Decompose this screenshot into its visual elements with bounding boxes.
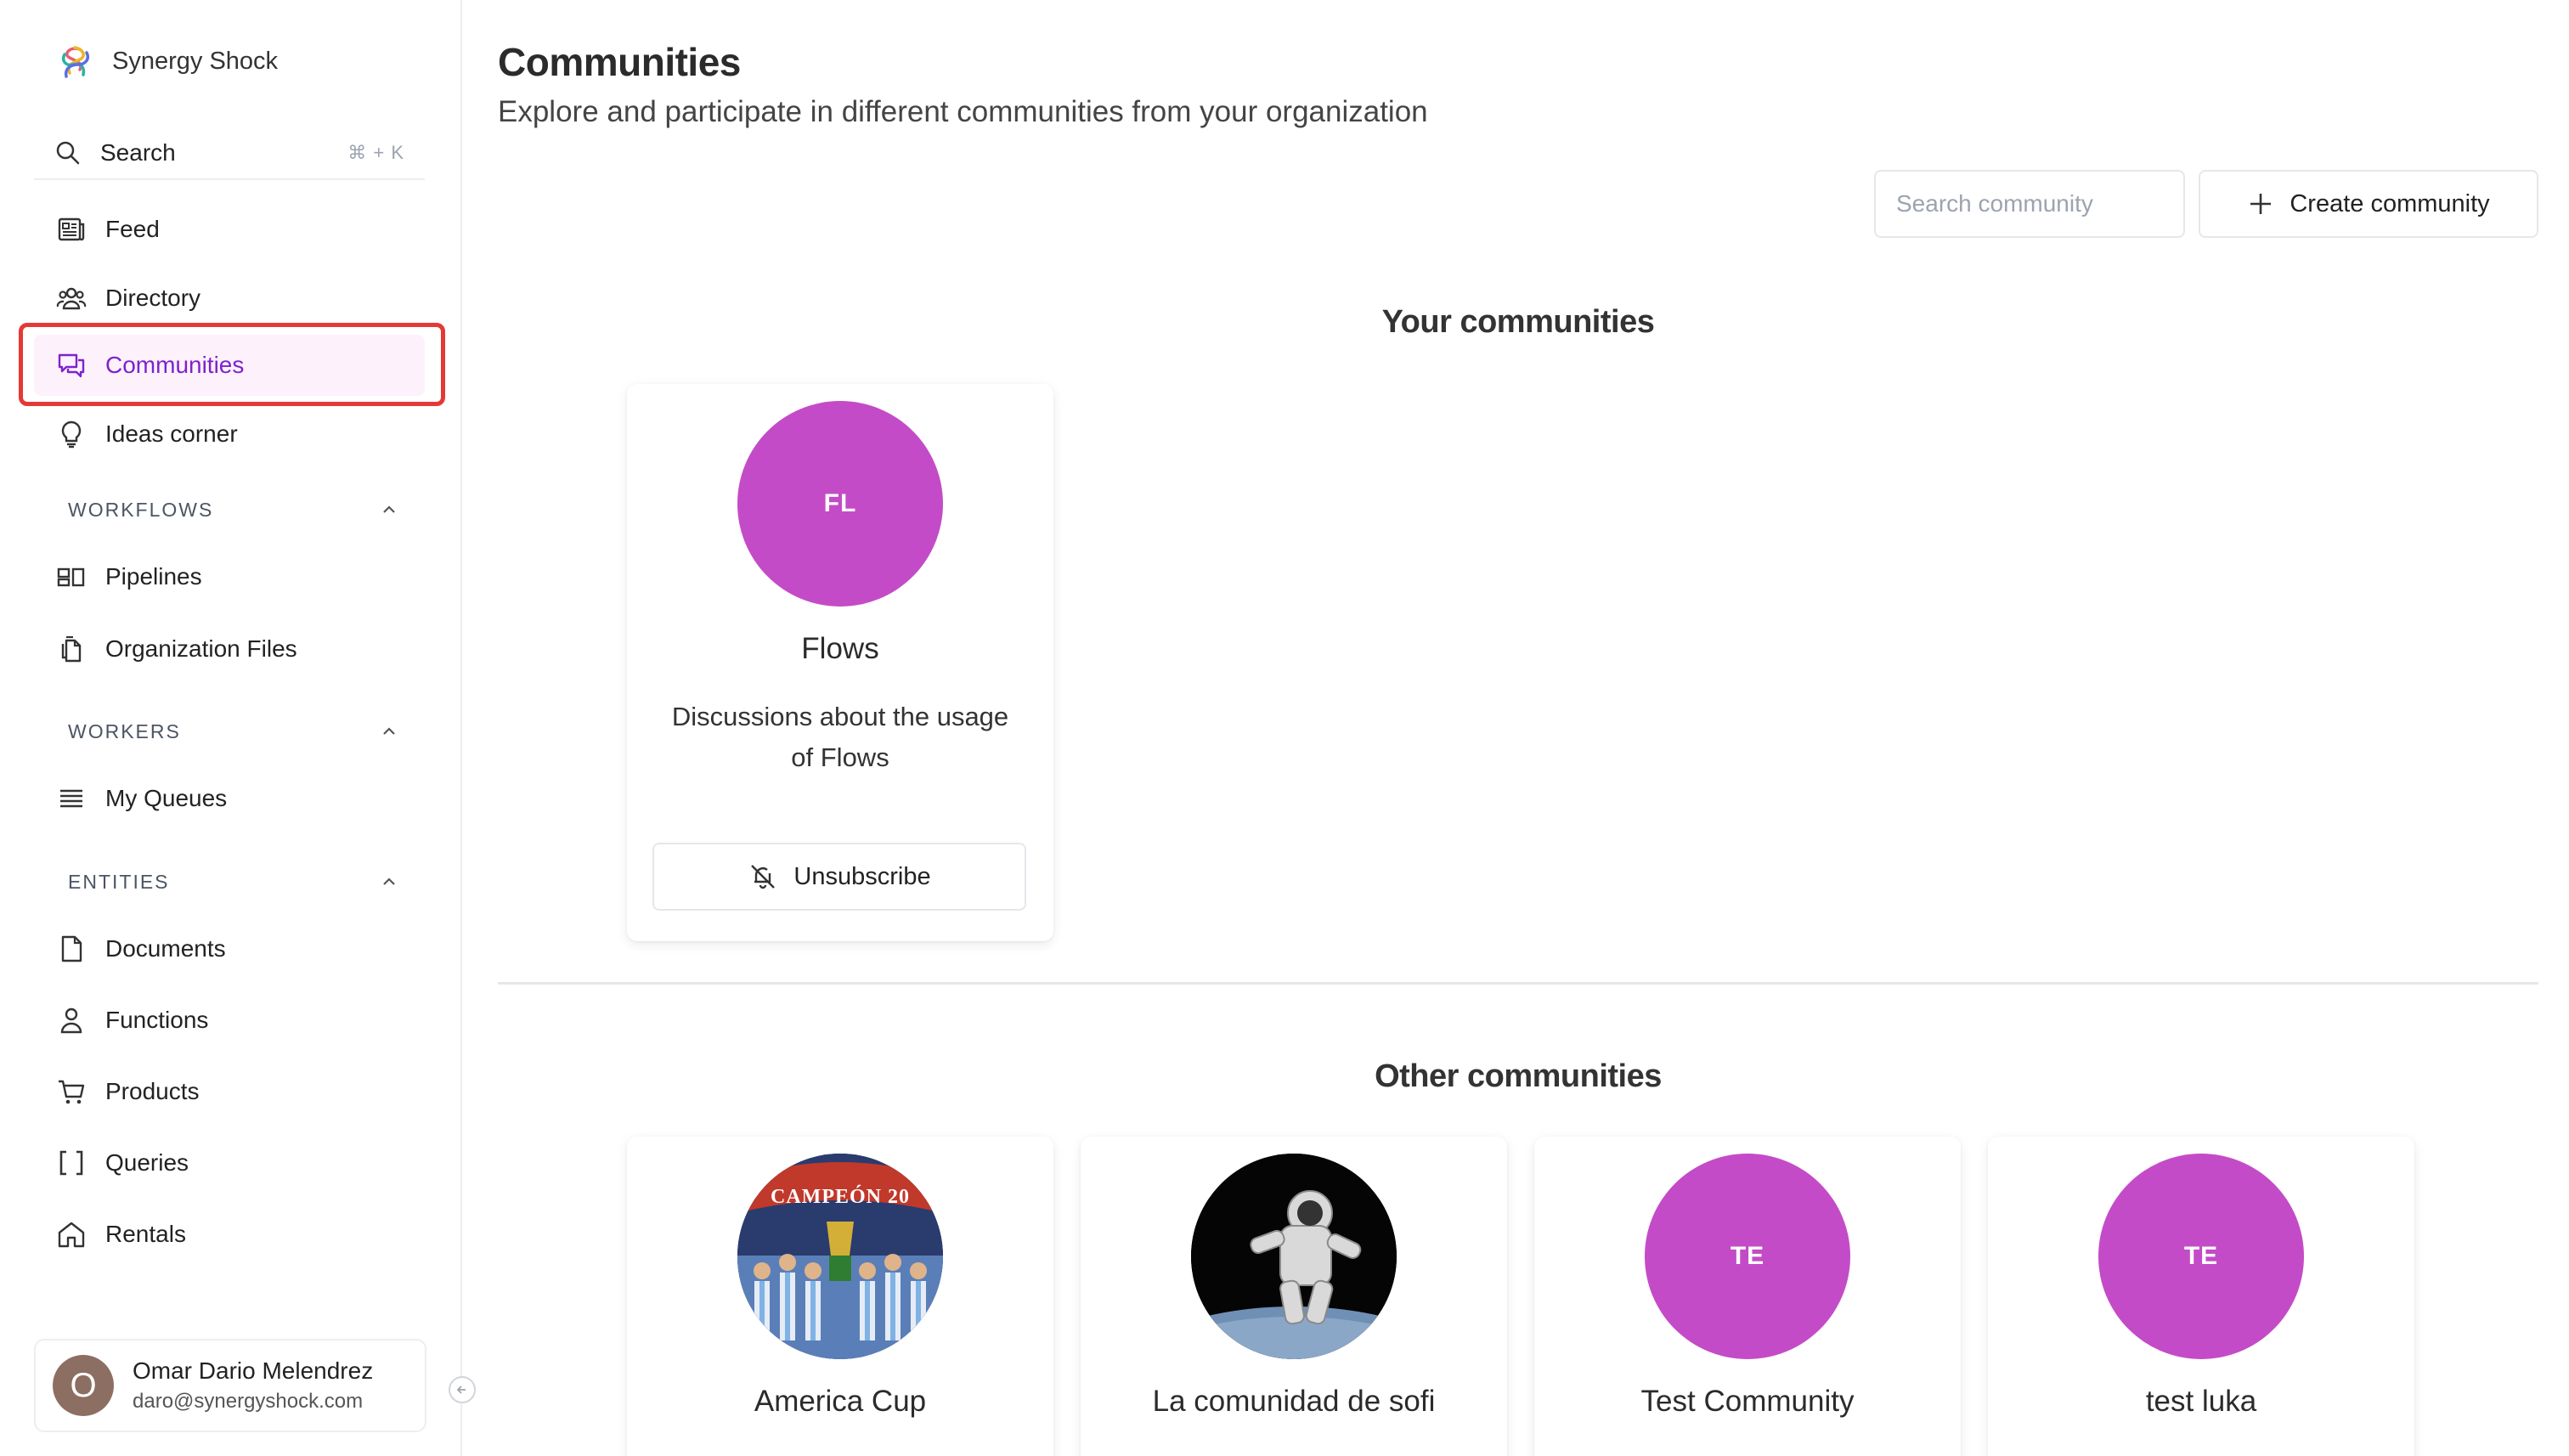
sidebar-item-rentals[interactable]: Rentals xyxy=(34,1204,425,1265)
section-title: ENTITIES xyxy=(68,870,170,893)
sidebar-item-organization-files[interactable]: Organization Files xyxy=(34,618,425,680)
community-name: La comunidad de sofi xyxy=(1152,1385,1436,1418)
sidebar-item-label: Organization Files xyxy=(105,635,297,662)
sidebar-search[interactable]: Search ⌘ + K xyxy=(34,127,425,180)
sidebar-item-documents[interactable]: Documents xyxy=(34,918,425,979)
sidebar-item-pipelines[interactable]: Pipelines xyxy=(34,546,425,607)
sidebar-item-label: Rentals xyxy=(105,1221,186,1247)
sidebar-item-label: Feed xyxy=(105,216,160,242)
search-icon xyxy=(56,141,80,165)
user-profile-card[interactable]: O Omar Dario Melendrez daro@synergyshock… xyxy=(34,1339,426,1432)
america-cup-photo-text: CAMPEÓN 20 xyxy=(771,1185,910,1208)
page-title: Communities xyxy=(498,40,741,84)
sidebar-item-label: Communities xyxy=(105,352,245,378)
brand[interactable]: Synergy Shock xyxy=(54,39,278,83)
community-card-la-comunidad-de-sofi[interactable]: La comunidad de sofi xyxy=(1081,1137,1507,1456)
community-avatar: TE xyxy=(1645,1154,1850,1359)
community-name: Flows xyxy=(801,632,879,665)
section-title: WORKFLOWS xyxy=(68,498,214,521)
community-card-america-cup[interactable]: CAMPEÓN 20 America Cup xyxy=(627,1137,1053,1456)
create-community-button[interactable]: Create community xyxy=(2199,170,2538,238)
files-icon xyxy=(61,635,82,663)
search-shortcut: ⌘ + K xyxy=(347,142,404,163)
user-name: Omar Dario Melendrez xyxy=(133,1357,374,1384)
astronaut-photo-icon xyxy=(1191,1154,1397,1359)
sidebar-item-label: Ideas corner xyxy=(105,420,238,447)
section-workers[interactable]: WORKERS xyxy=(68,714,399,748)
sidebar-item-label: Products xyxy=(105,1078,200,1104)
community-image: CAMPEÓN 20 xyxy=(737,1154,943,1359)
home-icon xyxy=(58,1222,85,1248)
brand-name: Synergy Shock xyxy=(112,47,279,75)
chat-bubbles-icon xyxy=(58,353,85,378)
community-name: America Cup xyxy=(754,1385,927,1418)
arrow-left-icon xyxy=(456,1385,466,1394)
other-communities-title: Other communities xyxy=(1375,1058,1662,1094)
section-workflows[interactable]: WORKFLOWS xyxy=(68,493,399,527)
plus-icon xyxy=(2250,194,2272,214)
sidebar-item-label: Pipelines xyxy=(105,563,202,590)
sidebar-item-functions[interactable]: Functions xyxy=(34,990,425,1051)
cart-icon xyxy=(59,1080,85,1104)
collapse-sidebar-button[interactable] xyxy=(449,1376,476,1403)
chevron-up-icon xyxy=(383,505,395,513)
community-avatar: FL xyxy=(737,401,943,607)
page-subtitle: Explore and participate in different com… xyxy=(498,95,1428,128)
sidebar-item-label: Queries xyxy=(105,1149,189,1176)
avatar: O xyxy=(53,1355,114,1416)
section-title: WORKERS xyxy=(68,720,181,742)
community-card-flows[interactable]: FL Flows Discussions about the usage of … xyxy=(627,384,1053,941)
your-communities-title: Your communities xyxy=(1381,304,1655,340)
section-entities[interactable]: ENTITIES xyxy=(68,865,399,899)
chevron-up-icon xyxy=(383,878,395,885)
user-info: Omar Dario Melendrez daro@synergyshock.c… xyxy=(133,1357,373,1414)
sidebar-item-label: My Queues xyxy=(105,785,228,811)
section-divider xyxy=(498,982,2538,985)
feed-icon xyxy=(58,217,85,241)
trophy-photo-icon: CAMPEÓN 20 xyxy=(737,1154,943,1359)
unsubscribe-label: Unsubscribe xyxy=(793,862,931,890)
brackets-icon xyxy=(59,1150,83,1176)
sidebar-item-label: Functions xyxy=(105,1007,209,1033)
sidebar-item-queries[interactable]: Queries xyxy=(34,1132,425,1194)
users-icon xyxy=(56,287,87,310)
user-email: daro@synergyshock.com xyxy=(133,1390,364,1413)
chevron-up-icon xyxy=(383,727,395,735)
sidebar-item-communities[interactable]: Communities xyxy=(34,335,425,396)
bell-off-icon xyxy=(751,865,776,889)
community-avatar: TE xyxy=(2098,1154,2304,1359)
sidebar: Synergy Shock Search ⌘ + K Feed Director… xyxy=(0,0,462,1456)
community-card-test-luka[interactable]: TE test luka xyxy=(1988,1137,2414,1456)
create-community-label: Create community xyxy=(2290,189,2490,217)
pipeline-icon xyxy=(57,567,85,587)
community-name: Test Community xyxy=(1640,1385,1855,1418)
sidebar-item-directory[interactable]: Directory xyxy=(34,268,425,329)
community-description: Discussions about the usage of Flows xyxy=(671,702,1009,772)
unsubscribe-button[interactable]: Unsubscribe xyxy=(652,843,1026,911)
sidebar-item-my-queues[interactable]: My Queues xyxy=(34,768,425,829)
document-icon xyxy=(61,935,82,962)
sidebar-item-label: Documents xyxy=(105,935,226,962)
sidebar-item-feed[interactable]: Feed xyxy=(34,199,425,260)
person-icon xyxy=(60,1007,82,1034)
sidebar-item-products[interactable]: Products xyxy=(34,1061,425,1122)
queue-list-icon xyxy=(60,789,82,808)
community-image xyxy=(1191,1154,1397,1359)
sidebar-item-label: Directory xyxy=(105,285,201,311)
community-name: test luka xyxy=(2145,1385,2257,1418)
sidebar-item-ideas-corner[interactable]: Ideas corner xyxy=(34,404,425,465)
search-label: Search xyxy=(100,139,176,166)
search-community-input[interactable] xyxy=(1874,170,2185,238)
community-card-test-community[interactable]: TE Test Community xyxy=(1534,1137,1961,1456)
synergy-logo-icon xyxy=(62,46,89,78)
lightbulb-icon xyxy=(61,420,82,449)
